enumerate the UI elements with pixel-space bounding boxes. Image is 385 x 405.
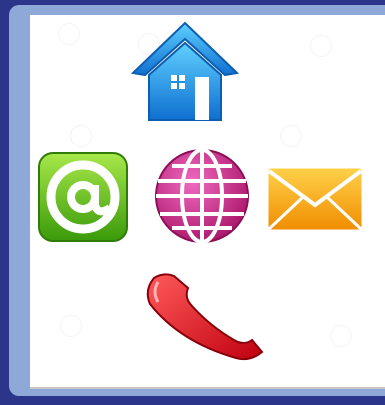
watermark-mark [310,35,332,57]
email-at-icon[interactable] [36,150,132,246]
watermark-mark [330,325,352,347]
globe-icon[interactable] [146,146,258,246]
watermark-mark [58,23,80,45]
watermark-mark [70,125,92,147]
phone-handset-icon[interactable] [140,270,270,365]
watermark-mark [280,125,302,147]
home-icon[interactable] [125,15,245,125]
mail-envelope-icon[interactable] [265,165,365,235]
watermark-mark [60,315,82,337]
